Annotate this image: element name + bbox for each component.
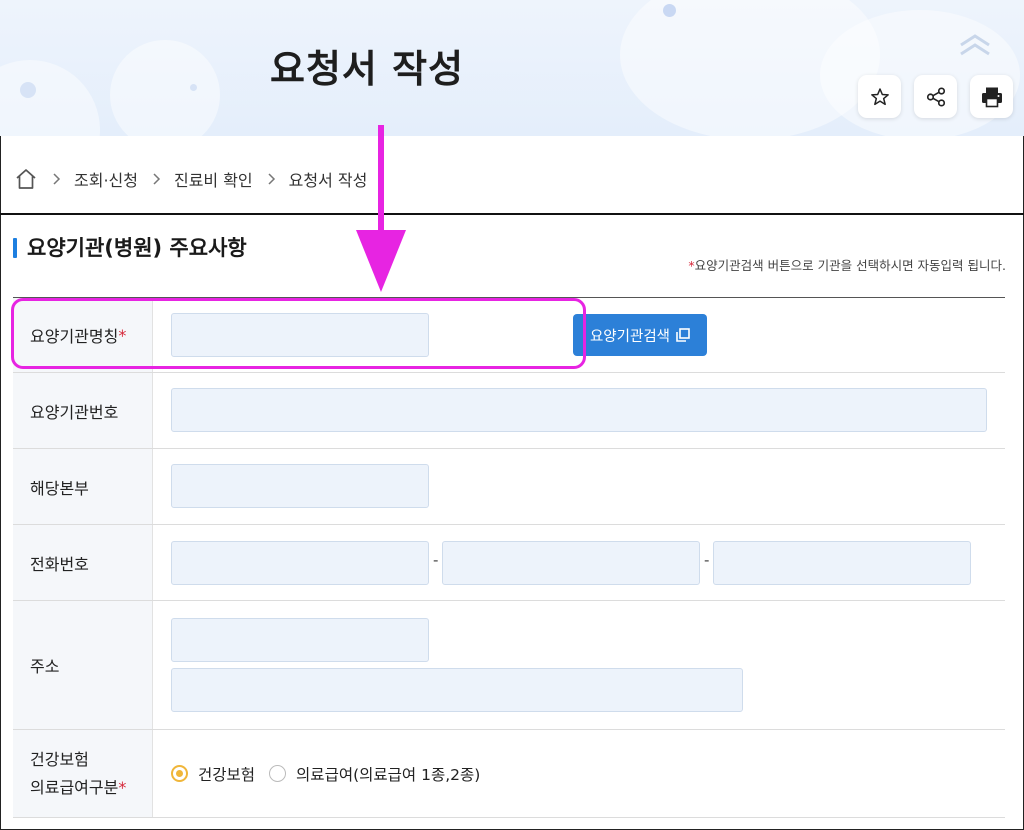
branch-input[interactable]	[171, 464, 429, 508]
form-row-branch: 해당본부	[13, 449, 1005, 525]
print-icon	[981, 87, 1002, 107]
branch-label: 해당본부	[30, 478, 89, 498]
address-label: 주소	[30, 657, 60, 676]
print-button[interactable]	[970, 75, 1013, 118]
form-row-institution-number: 요양기관번호	[13, 373, 1005, 449]
annotation-highlight-box	[11, 298, 586, 369]
radio-health-insurance[interactable]	[171, 765, 188, 782]
popup-window-icon	[676, 328, 690, 342]
breadcrumb-item-inquiry[interactable]: 조회·신청	[74, 167, 138, 191]
divider	[0, 213, 1024, 215]
section-title: 요양기관(병원) 주요사항	[27, 236, 247, 260]
institution-number-label: 요양기관번호	[30, 402, 119, 422]
breadcrumb: 조회·신청 진료비 확인 요청서 작성	[14, 162, 367, 196]
institution-form: 요양기관명칭 * 요양기관검색 요양기관번호 해당본부 전화번호 - - 주소 …	[13, 297, 1005, 818]
required-mark: *	[118, 777, 127, 797]
search-button-label: 요양기관검색	[589, 328, 671, 345]
chevron-right-icon	[53, 173, 61, 185]
zipcode-input[interactable]	[171, 618, 429, 662]
institution-search-button[interactable]: 요양기관검색	[573, 314, 707, 356]
chevron-right-icon	[268, 173, 275, 185]
chevron-right-icon	[153, 173, 161, 185]
phone-separator: -	[704, 551, 710, 569]
home-icon[interactable]	[14, 167, 38, 191]
star-icon	[870, 87, 889, 105]
section-marker	[13, 238, 17, 258]
radio-label-health-insurance[interactable]: 건강보험	[198, 763, 255, 785]
phone-part2-input[interactable]	[442, 541, 700, 585]
institution-number-input[interactable]	[171, 388, 987, 432]
form-row-address: 주소	[13, 601, 1005, 730]
annotation-arrow-icon	[356, 125, 406, 292]
form-row-insurance-type: 건강보험 의료급여구분* 건강보험 의료급여(의료급여 1종,2종)	[13, 730, 1005, 818]
note-text: 요양기관검색 버튼으로 기관을 선택하시면 자동입력 됩니다.	[694, 258, 1006, 273]
section-note: *요양기관검색 버튼으로 기관을 선택하시면 자동입력 됩니다.	[688, 255, 1006, 274]
phone-part3-input[interactable]	[713, 541, 971, 585]
form-row-phone: 전화번호 - -	[13, 525, 1005, 601]
phone-part1-input[interactable]	[171, 541, 429, 585]
insurance-label-line2: 의료급여구분	[30, 777, 119, 797]
share-button[interactable]	[914, 75, 957, 118]
page-title: 요청서 작성	[270, 47, 465, 91]
favorite-button[interactable]	[858, 75, 901, 118]
insurance-label-line1: 건강보험	[30, 749, 89, 769]
insurance-radio-group: 건강보험 의료급여(의료급여 1종,2종)	[171, 730, 494, 817]
share-icon	[926, 86, 945, 107]
breadcrumb-item-medical-fee[interactable]: 진료비 확인	[174, 167, 253, 191]
scroll-top-icon[interactable]	[958, 34, 992, 56]
phone-label: 전화번호	[30, 554, 89, 574]
radio-medical-aid[interactable]	[269, 765, 287, 782]
address-detail-input[interactable]	[171, 668, 743, 712]
radio-label-medical-aid[interactable]: 의료급여(의료급여 1종,2종)	[296, 763, 480, 785]
phone-separator: -	[433, 551, 439, 569]
